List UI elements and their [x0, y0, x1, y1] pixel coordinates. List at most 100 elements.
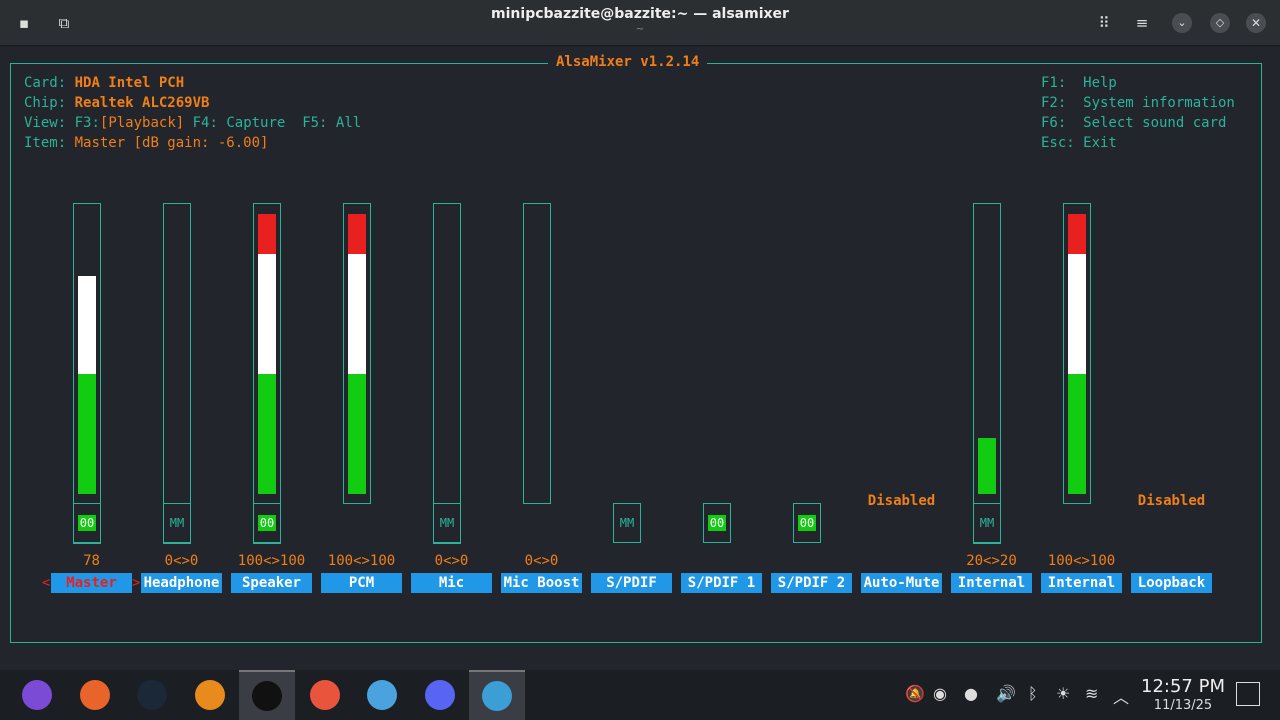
control-label[interactable]: Auto-Mute	[861, 573, 942, 593]
card-label: Card:	[24, 75, 67, 91]
volume-value: 100<>100	[327, 553, 396, 569]
view-f3[interactable]: F3:	[75, 115, 100, 131]
taskbar-files[interactable]	[354, 670, 410, 720]
mute-state: MM	[979, 516, 995, 530]
tray-expand-icon[interactable]: ︿	[1113, 684, 1129, 708]
mute-state: MM	[439, 516, 455, 530]
show-desktop-button[interactable]	[1236, 682, 1260, 706]
taskbar-screenshot[interactable]	[469, 670, 525, 720]
mute-state: MM	[169, 516, 185, 530]
control-label[interactable]: PCM	[321, 573, 402, 593]
taskbar-bazzite-portal[interactable]	[9, 670, 65, 720]
volume-fill	[258, 254, 276, 374]
mute-toggle[interactable]: 00	[793, 503, 821, 543]
view-all[interactable]: F5: All	[302, 115, 361, 131]
discord-tray-icon[interactable]: ◉	[933, 684, 947, 703]
lutris-icon	[194, 680, 225, 710]
control-label[interactable]: S/PDIF	[591, 573, 672, 593]
volume-value: 0<>0	[524, 553, 559, 569]
volume-fill	[1068, 374, 1086, 494]
volume-bar[interactable]	[973, 203, 1001, 544]
clock-date[interactable]: 11/13/25	[1138, 698, 1228, 713]
control-label[interactable]: Master	[51, 573, 132, 593]
control-label[interactable]: S/PDIF 2	[771, 573, 852, 593]
minimize-button[interactable]: ⌄	[1172, 13, 1192, 33]
control-label[interactable]: Headphone	[141, 573, 222, 593]
volume-bar[interactable]	[1063, 203, 1091, 504]
volume-icon[interactable]: 🔊	[996, 684, 1016, 703]
volume-bar[interactable]	[433, 203, 461, 544]
mute-toggle[interactable]: 00	[253, 503, 281, 543]
volume-bar[interactable]	[343, 203, 371, 504]
volume-fill	[258, 374, 276, 494]
control-label[interactable]: Mic	[411, 573, 492, 593]
steam-icon	[137, 680, 167, 710]
taskbar-extensions[interactable]	[297, 670, 353, 720]
volume-fill	[348, 374, 366, 494]
control-label[interactable]: Internal	[1041, 573, 1122, 593]
view-capture[interactable]: F4: Capture	[193, 115, 286, 131]
grid-menu-icon[interactable]: ⠿	[1094, 13, 1114, 33]
help-f6[interactable]: F6: Select sound card	[1041, 113, 1226, 133]
control-label[interactable]: S/PDIF 1	[681, 573, 762, 593]
steam-tray-icon[interactable]: ●	[964, 684, 978, 703]
help-f2[interactable]: F2: System information	[1041, 93, 1235, 113]
mute-toggle[interactable]: 00	[703, 503, 731, 543]
volume-value: 100<>100	[237, 553, 306, 569]
bluetooth-icon[interactable]: ᛒ	[1028, 684, 1038, 703]
chip-line: Chip: Realtek ALC269VB	[24, 93, 209, 113]
window-titlebar: ▪ ⧉ minipcbazzite@bazzite:~ — alsamixer …	[0, 0, 1280, 46]
volume-bar[interactable]	[163, 203, 191, 544]
close-button[interactable]: ✕	[1246, 13, 1266, 33]
volume-bar[interactable]	[73, 203, 101, 544]
wifi-icon[interactable]: ≋	[1085, 684, 1098, 703]
discord-icon	[424, 680, 455, 710]
taskbar-discord[interactable]	[412, 670, 468, 720]
notifications-muted-icon[interactable]: 🔕	[905, 684, 925, 703]
volume-value: 0<>0	[164, 553, 199, 569]
mute-toggle[interactable]: 00	[73, 503, 101, 543]
taskbar-firefox[interactable]	[67, 670, 123, 720]
view-line: View: F3:[Playback] F4: Capture F5: All	[24, 113, 361, 133]
control-label[interactable]: Loopback	[1131, 573, 1212, 593]
clock-time[interactable]: 12:57 PM	[1138, 676, 1228, 697]
mute-toggle[interactable]: MM	[163, 503, 191, 543]
volume-bar[interactable]	[523, 203, 551, 504]
volume-fill	[78, 374, 96, 494]
mute-toggle[interactable]: MM	[433, 503, 461, 543]
terminal[interactable]: AlsaMixer v1.2.14 Card: HDA Intel PCH Ch…	[0, 47, 1280, 670]
window-title: minipcbazzite@bazzite:~ — alsamixer	[491, 6, 789, 22]
volume-value: 100<>100	[1047, 553, 1116, 569]
maximize-button[interactable]: ◇	[1210, 13, 1230, 33]
help-f1[interactable]: F1: Help	[1041, 73, 1117, 93]
control-label[interactable]: Internal	[951, 573, 1032, 593]
selection-arrow-left: <	[42, 575, 51, 591]
files-icon	[367, 680, 397, 710]
view-label: View:	[24, 115, 67, 131]
volume-bar[interactable]	[253, 203, 281, 544]
mute-toggle[interactable]: MM	[613, 503, 641, 543]
help-esc[interactable]: Esc: Exit	[1041, 133, 1117, 153]
volume-fill	[1068, 214, 1086, 254]
taskbar-konsole[interactable]	[239, 670, 295, 720]
taskbar-steam[interactable]	[124, 670, 180, 720]
brightness-icon[interactable]: ☀	[1056, 684, 1070, 703]
chip-label: Chip:	[24, 95, 67, 111]
firefox-icon	[79, 680, 110, 710]
taskbar-lutris[interactable]	[182, 670, 238, 720]
card-value: HDA Intel PCH	[74, 75, 185, 91]
mute-toggle[interactable]: MM	[973, 503, 1001, 543]
mute-state: 00	[797, 515, 817, 531]
control-label[interactable]: Mic Boost	[501, 573, 582, 593]
mute-state: 00	[77, 515, 97, 531]
hamburger-menu-icon[interactable]: ≡	[1132, 13, 1152, 33]
enum-value[interactable]: Disabled	[861, 493, 942, 509]
chip-value: Realtek ALC269VB	[74, 95, 210, 111]
control-label[interactable]: Speaker	[231, 573, 312, 593]
volume-fill	[258, 214, 276, 254]
enum-value[interactable]: Disabled	[1131, 493, 1212, 509]
mute-state: MM	[619, 516, 635, 530]
view-playback[interactable]: [Playback]	[100, 115, 184, 131]
volume-fill	[348, 254, 366, 374]
extensions-icon	[309, 680, 340, 710]
